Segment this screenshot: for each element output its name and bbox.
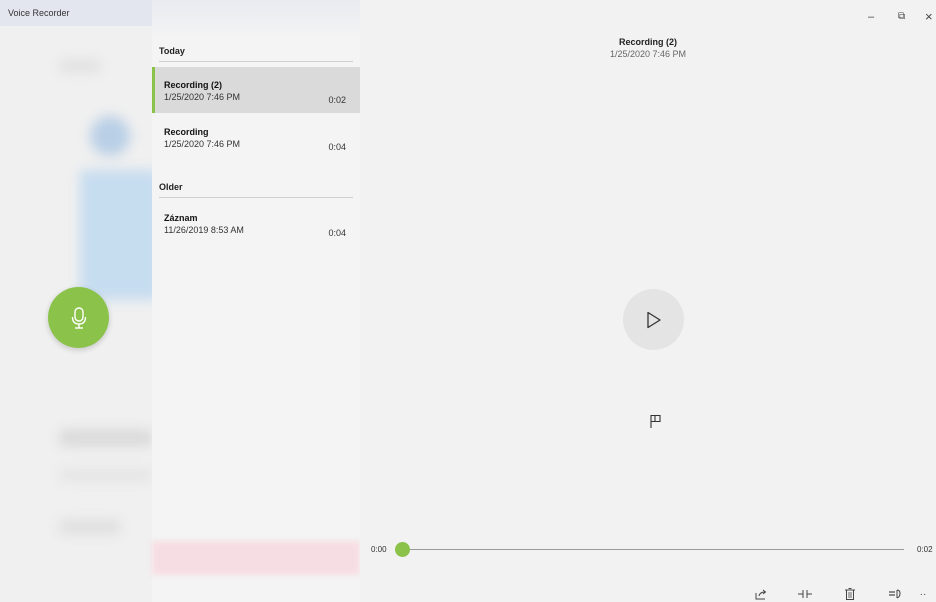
- total-time: 0:02: [917, 545, 933, 554]
- delete-icon: [845, 588, 855, 600]
- now-playing-date: 1/25/2020 7:46 PM: [609, 49, 687, 59]
- recordings-list: Today Recording (2) 1/25/2020 7:46 PM 0:…: [152, 0, 360, 602]
- recording-duration: 0:04: [328, 142, 346, 152]
- seek-track[interactable]: [402, 549, 904, 550]
- app-title: Voice Recorder: [8, 8, 70, 18]
- group-header-today: Today: [159, 46, 353, 62]
- record-button[interactable]: [48, 287, 109, 348]
- recording-item-recording[interactable]: Recording 1/25/2020 7:46 PM 0:04: [152, 114, 360, 160]
- trim-icon: [798, 590, 812, 598]
- rename-button[interactable]: [888, 588, 902, 600]
- recording-duration: 0:04: [328, 228, 346, 238]
- recording-name: Recording: [164, 127, 209, 137]
- blurred-banner: [152, 541, 360, 575]
- microphone-icon: [71, 306, 86, 329]
- play-icon: [646, 311, 661, 328]
- now-playing-title: Recording (2): [618, 37, 677, 47]
- play-button[interactable]: [623, 289, 684, 350]
- recording-duration: 0:02: [328, 95, 346, 105]
- recording-item-recording-2[interactable]: Recording (2) 1/25/2020 7:46 PM 0:02: [152, 67, 360, 113]
- add-marker-button[interactable]: [648, 413, 664, 429]
- playback-pane: – ⧉ × Recording (2) 1/25/2020 7:46 PM 0:…: [360, 0, 936, 602]
- recording-name: Recording (2): [164, 80, 223, 90]
- share-button[interactable]: [754, 588, 768, 600]
- more-button[interactable]: ··: [916, 588, 930, 600]
- title-bar: Voice Recorder: [0, 0, 152, 26]
- restore-button[interactable]: ⧉: [898, 11, 905, 22]
- recording-name: Záznam: [164, 213, 198, 223]
- group-header-older: Older: [159, 182, 353, 198]
- current-time: 0:00: [371, 545, 387, 554]
- seek-thumb[interactable]: [395, 542, 410, 557]
- more-icon: ··: [919, 588, 927, 600]
- delete-button[interactable]: [843, 588, 857, 600]
- recording-item-zaznam[interactable]: Záznam 11/26/2019 8:53 AM 0:04: [152, 200, 360, 246]
- flag-icon: [650, 414, 661, 428]
- minimize-button[interactable]: –: [868, 11, 874, 23]
- trim-button[interactable]: [798, 588, 812, 600]
- voice-recorder-window: Voice Recorder Today Recording (2) 1/25/…: [0, 0, 936, 602]
- rename-icon: [889, 589, 901, 599]
- share-icon: [755, 589, 767, 599]
- close-button[interactable]: ×: [925, 9, 933, 24]
